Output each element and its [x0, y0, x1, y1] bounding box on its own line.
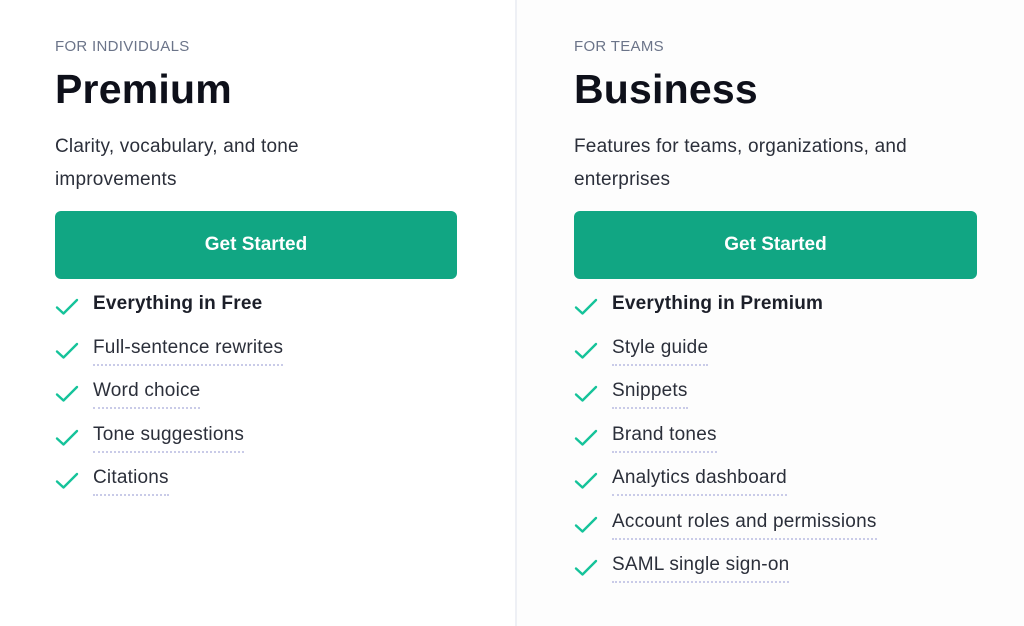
check-icon	[55, 342, 79, 359]
check-icon	[55, 472, 79, 489]
check-icon	[55, 298, 79, 315]
feature-label: Everything in Free	[93, 293, 263, 314]
plan-description: Features for teams, organizations, and e…	[574, 136, 907, 190]
feature-label[interactable]: Style guide	[612, 336, 709, 366]
feature-list: Everything in Premium Style guide Snippets…	[574, 292, 877, 597]
feature-item: Snippets	[574, 379, 877, 423]
plan-card-premium: FOR INDIVIDUALS Premium Clarity, vocabul…	[0, 0, 515, 626]
plan-title: Premium	[55, 66, 232, 112]
feature-item: Style guide	[574, 336, 877, 380]
check-icon	[574, 298, 598, 315]
feature-item: Tone suggestions	[55, 423, 283, 467]
feature-label[interactable]: Tone suggestions	[93, 423, 245, 453]
pricing-comparison: FOR INDIVIDUALS Premium Clarity, vocabul…	[0, 0, 1024, 626]
feature-label[interactable]: SAML single sign-on	[612, 553, 790, 583]
check-icon	[574, 516, 598, 533]
get-started-button-business[interactable]: Get Started	[574, 211, 977, 279]
feature-item: Everything in Premium	[574, 292, 877, 336]
check-icon	[55, 385, 79, 402]
feature-item: Word choice	[55, 379, 283, 423]
feature-label[interactable]: Citations	[93, 466, 169, 496]
feature-item: Account roles and permissions	[574, 510, 877, 554]
feature-label[interactable]: Snippets	[612, 379, 688, 409]
check-icon	[574, 472, 598, 489]
check-icon	[574, 385, 598, 402]
feature-item: Everything in Free	[55, 292, 283, 336]
plan-title: Business	[574, 66, 758, 112]
feature-label[interactable]: Analytics dashboard	[612, 466, 787, 496]
get-started-button-premium[interactable]: Get Started	[55, 211, 457, 279]
plan-description: Clarity, vocabulary, and tone improvemen…	[55, 136, 299, 190]
feature-item: Full-sentence rewrites	[55, 336, 284, 380]
check-icon	[55, 429, 79, 446]
plan-card-business: FOR TEAMS Business Features for teams, o…	[517, 0, 1024, 626]
feature-item: Brand tones	[574, 423, 877, 467]
plan-eyebrow: FOR TEAMS	[574, 38, 664, 55]
feature-label[interactable]: Brand tones	[612, 423, 717, 453]
feature-label[interactable]: Full-sentence rewrites	[93, 336, 284, 366]
plan-eyebrow: FOR INDIVIDUALS	[55, 38, 190, 55]
feature-label[interactable]: Word choice	[93, 379, 201, 409]
check-icon	[574, 559, 598, 576]
feature-item: Analytics dashboard	[574, 466, 877, 510]
feature-item: SAML single sign-on	[574, 553, 877, 597]
feature-item: Citations	[55, 466, 283, 510]
feature-label: Everything in Premium	[612, 293, 824, 314]
check-icon	[574, 342, 598, 359]
feature-list: Everything in Free Full-sentence rewrites…	[55, 292, 284, 510]
check-icon	[574, 429, 598, 446]
feature-label[interactable]: Account roles and permissions	[612, 510, 877, 540]
